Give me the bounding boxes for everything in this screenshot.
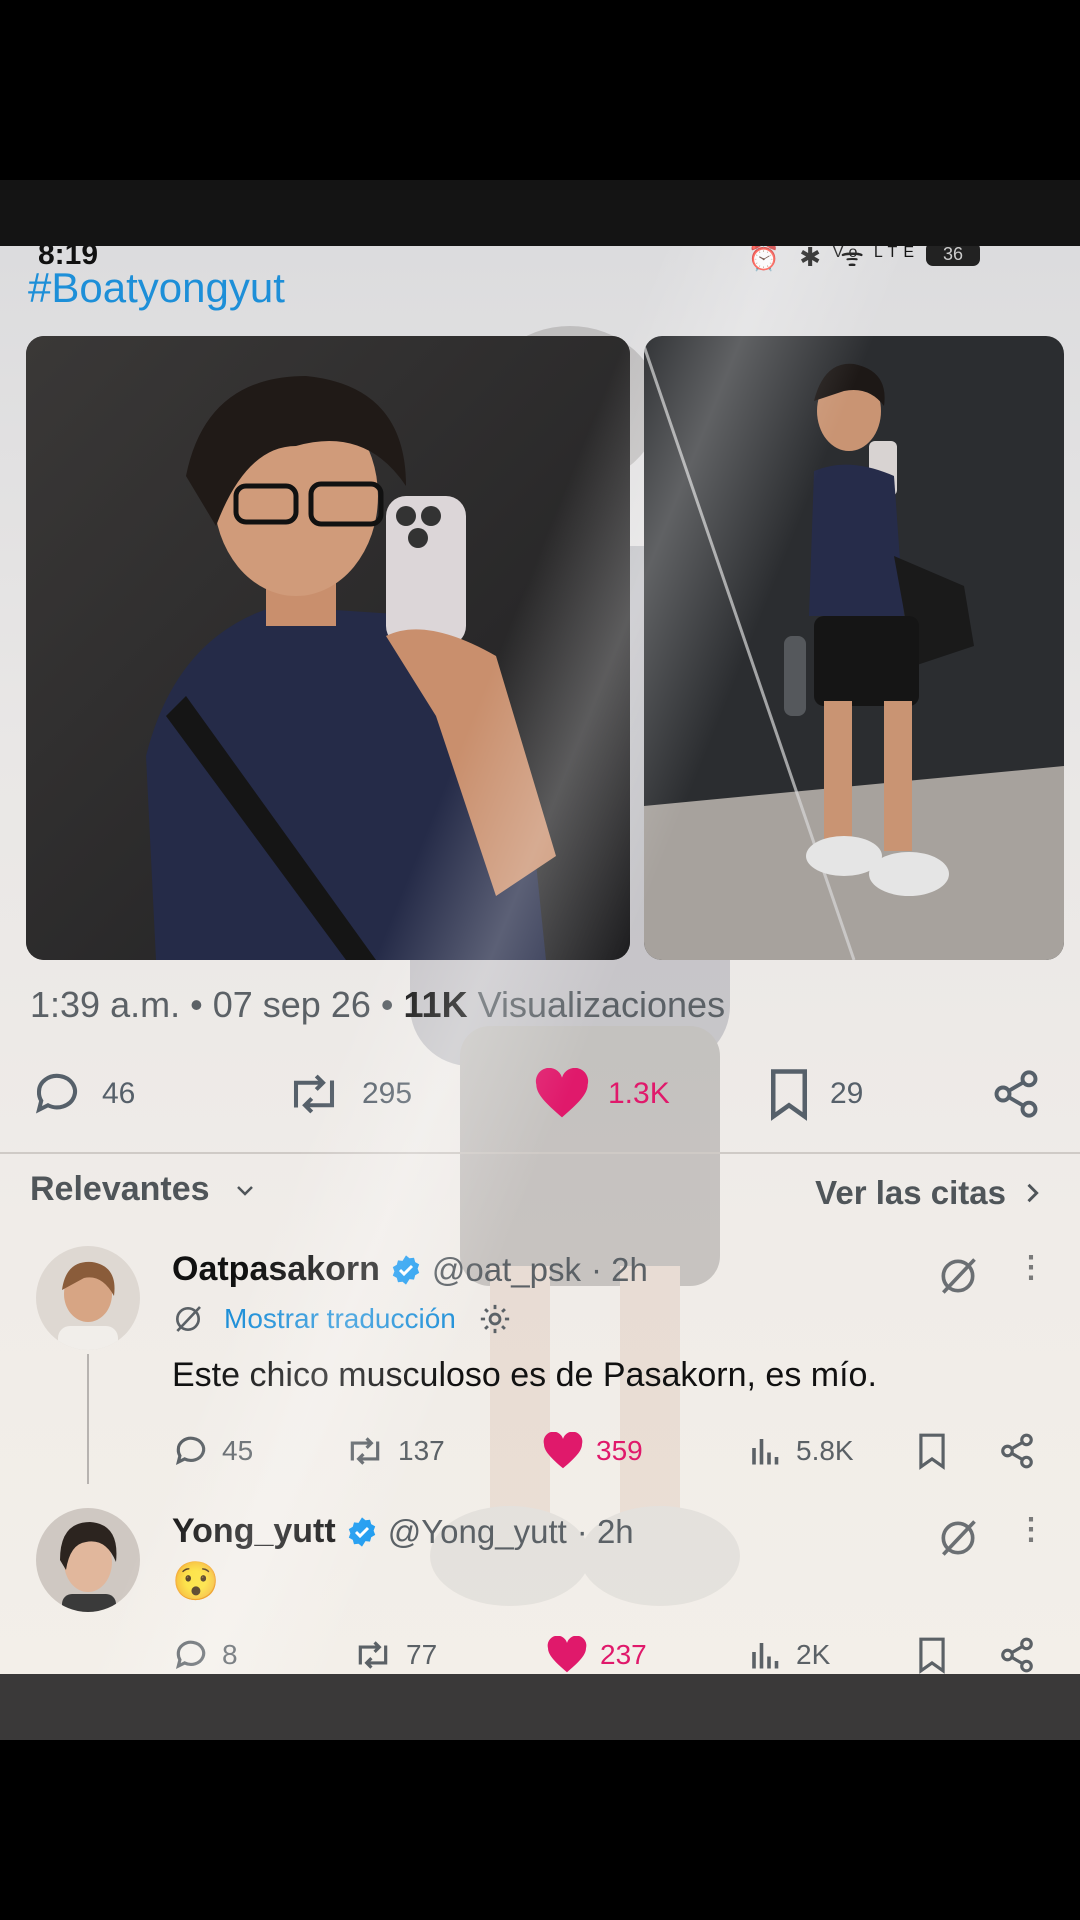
- avatar-image: [36, 1246, 140, 1350]
- reply-reply-count: 45: [222, 1435, 254, 1466]
- network-indicator: Vo LTE: [832, 246, 920, 261]
- reply-count: 46: [102, 1077, 136, 1110]
- battery-icon: 36: [926, 246, 980, 266]
- reply-views-count: 2K: [796, 1639, 831, 1670]
- reply-action-bar: 45 137 359 5.8K: [0, 1426, 1080, 1476]
- retweet-button[interactable]: 295: [284, 1054, 412, 1134]
- translate-link[interactable]: Mostrar traducción: [172, 1302, 512, 1336]
- comment-icon: [175, 1640, 206, 1670]
- reply-views-button[interactable]: 2K: [748, 1630, 830, 1674]
- reply-views-count: 5.8K: [796, 1435, 854, 1466]
- bookmark-icon: [919, 1637, 945, 1674]
- heart-icon: [543, 1432, 583, 1469]
- sort-dropdown[interactable]: Relevantes: [30, 1170, 260, 1209]
- reply-header: Oatpasakorn @oat_psk · 2h: [172, 1250, 648, 1289]
- reply-age: · 2h: [576, 1512, 634, 1550]
- reply-action-bar: 8 77 237 2K: [0, 1630, 1080, 1674]
- reply-views-button[interactable]: 5.8K: [748, 1426, 854, 1476]
- tweet-action-bar: 46 295 1.3K 29: [0, 1054, 1080, 1134]
- reply-bookmark-button[interactable]: [916, 1426, 960, 1476]
- like-count: 1.3K: [608, 1077, 670, 1110]
- retweet-icon: [350, 1437, 380, 1465]
- reply-retweet-button[interactable]: 137: [344, 1426, 445, 1476]
- translate-label: Mostrar traducción: [224, 1303, 456, 1334]
- share-icon: [1001, 1433, 1033, 1469]
- chevron-right-icon: [1027, 1183, 1039, 1203]
- verified-icon: [392, 1254, 420, 1285]
- avatar-image: [36, 1508, 140, 1612]
- share-icon: [994, 1070, 1038, 1118]
- video-bottom-band: [0, 1674, 1080, 1740]
- translate-icon: [176, 1306, 201, 1332]
- reply-like-button[interactable]: 359: [542, 1426, 643, 1476]
- like-button[interactable]: 1.3K: [534, 1054, 670, 1134]
- reply-reply-count: 8: [222, 1639, 238, 1670]
- reply-text: 😯: [172, 1561, 220, 1603]
- quotes-link[interactable]: Ver las citas: [815, 1174, 1046, 1212]
- bookmark-count: 29: [830, 1077, 864, 1110]
- reply-age: · 2h: [590, 1250, 648, 1288]
- views-icon: [752, 1439, 779, 1465]
- verified-icon: [348, 1516, 375, 1547]
- reply-like-count: 359: [596, 1435, 643, 1466]
- retweet-icon: [358, 1641, 388, 1669]
- reply-share-button[interactable]: [998, 1426, 1048, 1476]
- heart-icon: [535, 1068, 589, 1118]
- retweet-icon: [293, 1074, 335, 1114]
- reply-like-button[interactable]: 237: [546, 1630, 647, 1674]
- views-label: Visualizaciones: [477, 984, 726, 1025]
- bookmark-button[interactable]: 29: [766, 1054, 863, 1134]
- reply-like-count: 237: [600, 1639, 647, 1670]
- grok-icon[interactable]: [936, 1516, 980, 1560]
- bookmark-icon: [919, 1433, 945, 1470]
- phone-screen: 8:19 ⏰ ✱ ᯤ Vo LTE 36 #Boatyongyut 1:39 a…: [0, 246, 1080, 1674]
- reply-author-name[interactable]: Yong_yutt: [172, 1512, 336, 1551]
- settings-icon[interactable]: [478, 1302, 512, 1336]
- bookmark-icon: [771, 1069, 807, 1121]
- avatar[interactable]: [36, 1508, 140, 1612]
- reply-retweet-count: 137: [398, 1435, 445, 1466]
- full-body-mirror-image: [644, 336, 1064, 960]
- meta-separator: •: [190, 984, 203, 1025]
- share-button[interactable]: [990, 1054, 1060, 1134]
- more-icon[interactable]: ⋮: [1016, 1512, 1046, 1547]
- reply-button[interactable]: 46: [30, 1054, 135, 1134]
- views-icon: [752, 1643, 779, 1669]
- sort-label: Relevantes: [30, 1170, 210, 1208]
- reply-retweet-count: 77: [406, 1639, 438, 1670]
- hashtag-link[interactable]: #Boatyongyut: [28, 264, 285, 312]
- tweet-time: 1:39 a.m.: [30, 984, 181, 1025]
- reply-header: Yong_yutt @Yong_yutt · 2h: [172, 1512, 634, 1551]
- quotes-link-label: Ver las citas: [815, 1174, 1006, 1211]
- reply-bookmark-button[interactable]: [916, 1630, 960, 1674]
- chevron-down-icon: [236, 1185, 253, 1196]
- reply-reply-button[interactable]: 8: [172, 1630, 238, 1674]
- retweet-count: 295: [362, 1077, 413, 1110]
- share-icon: [1001, 1637, 1033, 1673]
- tweet-date: 07 sep 26: [212, 984, 371, 1025]
- heart-icon: [547, 1636, 587, 1673]
- reply-author-handle: @Yong_yutt: [387, 1512, 567, 1550]
- reply-author-handle: @oat_psk: [431, 1250, 581, 1288]
- selfie-closeup-image: [26, 336, 630, 960]
- divider: [0, 1152, 1080, 1154]
- reply-text: Este chico musculoso es de Pasakorn, es …: [172, 1356, 877, 1394]
- tweet-photo-2[interactable]: [644, 336, 1064, 960]
- more-icon[interactable]: ⋮: [1016, 1250, 1046, 1285]
- reply-author-name[interactable]: Oatpasakorn: [172, 1250, 380, 1289]
- tweet-metadata: 1:39 a.m. • 07 sep 26 • 11K Visualizacio…: [30, 984, 725, 1026]
- tweet-photo-1[interactable]: [26, 336, 630, 960]
- reply-retweet-button[interactable]: 77: [352, 1630, 437, 1674]
- comment-icon: [175, 1436, 206, 1466]
- grok-icon[interactable]: [936, 1254, 980, 1298]
- reply-reply-button[interactable]: 45: [172, 1426, 253, 1476]
- video-top-band: [0, 180, 1080, 246]
- reply-share-button[interactable]: [998, 1630, 1048, 1674]
- meta-separator: •: [380, 984, 394, 1025]
- views-count: 11K: [403, 984, 468, 1025]
- comment-icon: [35, 1073, 78, 1114]
- avatar[interactable]: [36, 1246, 140, 1350]
